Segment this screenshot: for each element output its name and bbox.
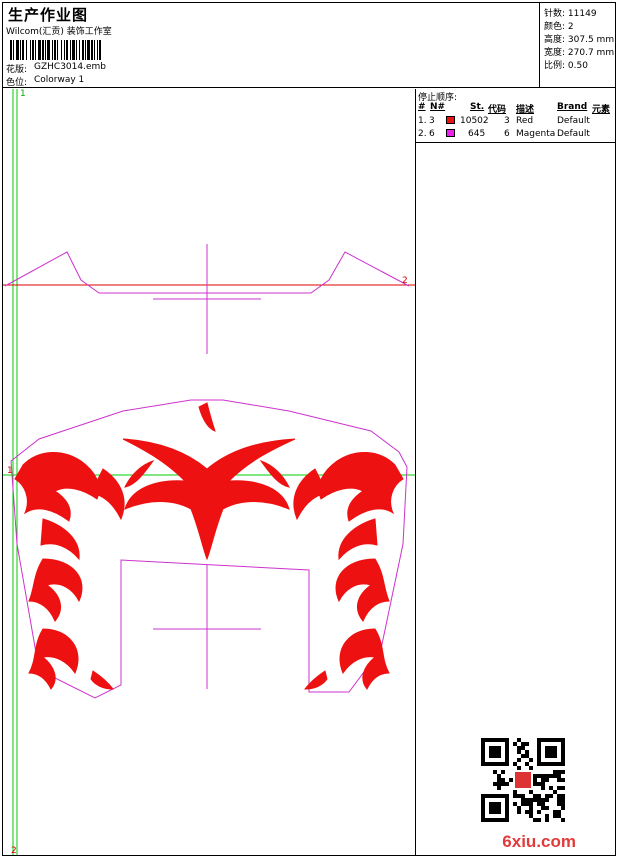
- colorway-label: 色位:: [6, 78, 28, 88]
- left-flame-1: [40, 518, 80, 561]
- col-header-desc: 描述: [516, 105, 535, 115]
- color-swatch: [446, 129, 455, 137]
- row-desc: Magenta: [516, 129, 556, 139]
- pattern-value: GZHC3014.emb: [34, 62, 106, 72]
- left-swirl-2: [28, 628, 79, 690]
- marker-red-line: 2: [402, 276, 408, 286]
- row-num: 1.: [418, 116, 427, 126]
- motif-curl-right: [259, 460, 290, 488]
- row-code: 3: [504, 116, 510, 126]
- right-dragon-head: [318, 451, 404, 522]
- col-header-code: 代码: [488, 105, 507, 115]
- top-spike: [198, 402, 216, 432]
- stitches-value: 11149: [567, 9, 597, 19]
- width-value: 270.7 mm: [567, 48, 615, 58]
- colors-label: 颜色:: [544, 22, 566, 32]
- header-main: 生产作业图 Wilcom(汇贡) 装饰工作室 花版: GZHC3014.emb …: [2, 2, 540, 88]
- row-desc: Red: [516, 116, 534, 126]
- col-header-element: 元素: [592, 105, 611, 115]
- right-flame-1: [338, 518, 378, 561]
- col-header-stitches: St.: [470, 102, 485, 112]
- row-needle: 6: [429, 129, 435, 139]
- row-stitches: 10502: [460, 116, 489, 126]
- row-stitches: 645: [468, 129, 486, 139]
- pattern-label: 花版:: [6, 65, 28, 75]
- col-header-needle: N#: [430, 102, 446, 112]
- motif-curl-left: [124, 460, 155, 488]
- height-label: 高度:: [544, 35, 566, 45]
- marker-top-left: 1: [20, 89, 26, 99]
- center-motif: [122, 438, 296, 561]
- embroidery-motif: [14, 402, 404, 690]
- left-swirl-1: [28, 558, 83, 622]
- right-swirl-2: [339, 628, 390, 690]
- page-title: 生产作业图: [8, 6, 89, 24]
- row-needle: 3: [429, 116, 435, 126]
- left-dragon-head: [14, 451, 100, 522]
- marker-bottom-left: 2: [11, 846, 17, 856]
- stitches-label: 针数:: [544, 9, 566, 19]
- qr-code: [481, 738, 565, 822]
- color-swatch: [446, 116, 455, 124]
- col-header-brand: Brand: [557, 102, 588, 112]
- row-num: 2.: [418, 129, 427, 139]
- right-tip: [303, 670, 328, 690]
- height-value: 307.5 mm: [567, 35, 615, 45]
- colors-value: 2: [567, 22, 574, 32]
- row-brand: Default: [557, 116, 590, 126]
- width-label: 宽度:: [544, 48, 566, 58]
- studio-name: Wilcom(汇贡) 装饰工作室: [6, 27, 112, 37]
- design-area: 1 2 2 1: [3, 89, 416, 856]
- colorway-value: Colorway 1: [34, 75, 85, 85]
- watermark: 6xiu.com: [502, 832, 576, 851]
- stop-sequence-panel: 停止顺序: # N# St. 代码 描述 Brand 元素 1. 3 10502…: [416, 89, 616, 143]
- col-header-num: #: [418, 102, 426, 112]
- scale-value: 0.50: [567, 61, 588, 71]
- left-tip: [90, 670, 115, 690]
- header-info: 针数: 11149 颜色: 2 高度: 307.5 mm 宽度: 270.7 m…: [540, 2, 616, 88]
- row-brand: Default: [557, 129, 590, 139]
- barcode: [10, 40, 101, 60]
- marker-green-line: 1: [7, 466, 13, 476]
- scale-label: 比例:: [544, 61, 566, 71]
- embroidery-preview: [3, 89, 415, 855]
- row-code: 6: [504, 129, 510, 139]
- right-swirl-1: [335, 558, 390, 622]
